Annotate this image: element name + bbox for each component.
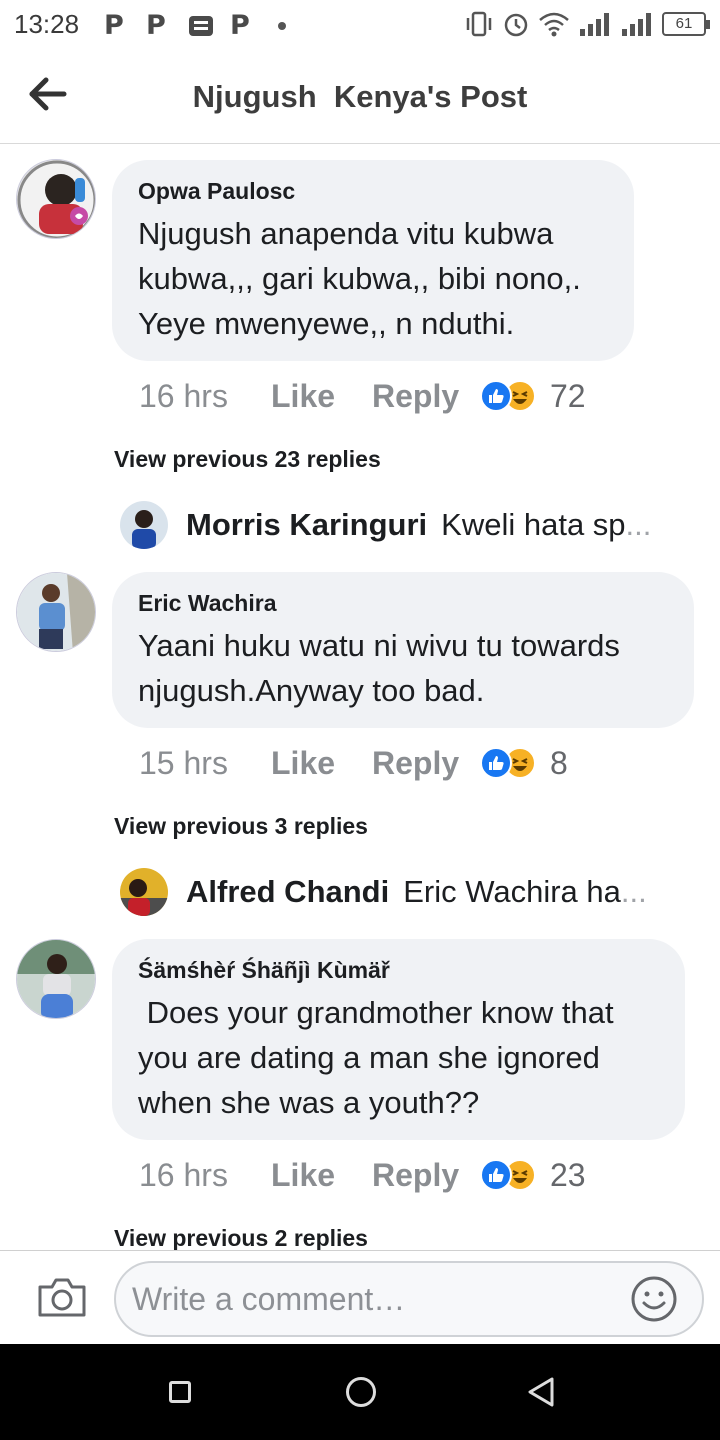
comment-actions: 15 hrs Like Reply 8 xyxy=(139,743,568,783)
avatar[interactable] xyxy=(16,159,96,239)
like-button[interactable]: Like xyxy=(271,378,372,415)
like-reaction-icon xyxy=(480,1159,512,1191)
reaction-count[interactable]: 23 xyxy=(550,1157,586,1194)
comment-bubble[interactable]: Eric Wachira Yaani huku watu ni wivu tu … xyxy=(112,572,694,728)
reply-avatar xyxy=(120,501,168,549)
battery-level: 61 xyxy=(675,15,693,32)
like-reaction-icon xyxy=(480,380,512,412)
notification-p-icon: P xyxy=(146,10,166,41)
reply-snippet: Eric Wachira ha xyxy=(403,874,621,909)
status-time: 13:28 xyxy=(14,9,80,39)
like-button[interactable]: Like xyxy=(271,1157,372,1194)
message-icon xyxy=(189,15,213,36)
page-title: Njugush Kenya's Post xyxy=(192,79,528,114)
vibrate-icon xyxy=(466,11,492,37)
comment-text: Does your grandmother know that you are … xyxy=(138,995,623,1120)
reply-button[interactable]: Reply xyxy=(372,1157,480,1194)
reply-author: Alfred Chandi xyxy=(186,874,390,909)
comment-author[interactable]: Opwa Paulosc xyxy=(138,178,610,205)
reply-avatar xyxy=(120,868,168,916)
comment-time: 16 hrs xyxy=(139,1156,228,1193)
reaction-count[interactable]: 72 xyxy=(550,378,586,415)
comment-author[interactable]: Eric Wachira xyxy=(138,590,670,617)
more-notifications-dot xyxy=(278,21,286,30)
alarm-icon xyxy=(504,13,528,37)
comment-bubble[interactable]: Śämśhèŕ Śhäñjì Kùmäř Does your grandmoth… xyxy=(112,939,685,1140)
status-bar: 13:28 P P P 61 xyxy=(0,0,720,52)
home-button[interactable] xyxy=(346,1377,376,1407)
view-previous-replies[interactable]: View previous 3 replies xyxy=(114,813,368,840)
signal-icon xyxy=(580,13,609,36)
comment-composer xyxy=(0,1250,720,1344)
wifi-icon xyxy=(539,12,569,37)
comment-actions: 16 hrs Like Reply 23 xyxy=(139,1155,586,1195)
system-nav-bar xyxy=(0,1344,720,1440)
like-reaction-icon xyxy=(480,747,512,779)
avatar-image xyxy=(17,940,95,1018)
comment-author[interactable]: Śämśhèŕ Śhäñjì Kùmäř xyxy=(138,957,661,984)
battery-icon: 61 xyxy=(662,12,710,36)
reaction-icons[interactable] xyxy=(480,1159,536,1191)
system-status-icons: 61 xyxy=(464,10,710,38)
like-button[interactable]: Like xyxy=(271,745,372,782)
camera-icon[interactable] xyxy=(36,1275,88,1319)
comment-time: 15 hrs xyxy=(139,744,228,781)
reply-snippet: Kweli hata sp xyxy=(441,507,626,542)
avatar[interactable] xyxy=(16,939,96,1019)
comment-text: Njugush anapenda vitu kubwa kubwa,,, gar… xyxy=(138,216,589,341)
back-triangle-icon[interactable] xyxy=(526,1376,556,1408)
comment-text: Yaani huku watu ni wivu tu towards njugu… xyxy=(138,628,629,708)
reaction-icons[interactable] xyxy=(480,380,536,412)
reply-button[interactable]: Reply xyxy=(372,378,480,415)
reply-preview[interactable]: Alfred Chandi Eric Wachira ha... xyxy=(120,867,690,917)
reply-ellipsis: ... xyxy=(620,874,647,909)
signal-icon xyxy=(622,13,651,36)
reply-author: Morris Karinguri xyxy=(186,507,428,542)
reply-preview[interactable]: Morris Karinguri Kweli hata sp... xyxy=(120,500,690,550)
reply-button[interactable]: Reply xyxy=(372,745,480,782)
notification-icons: P P P xyxy=(104,10,286,41)
avatar-image xyxy=(17,160,95,238)
view-previous-replies[interactable]: View previous 23 replies xyxy=(114,446,381,473)
comments-feed[interactable]: Opwa Paulosc Njugush anapenda vitu kubwa… xyxy=(0,144,720,1250)
notification-p-icon: P xyxy=(104,10,124,41)
avatar[interactable] xyxy=(16,572,96,652)
view-previous-replies[interactable]: View previous 2 replies xyxy=(114,1225,368,1250)
recents-button[interactable] xyxy=(169,1381,191,1403)
notification-p-icon: P xyxy=(230,10,250,41)
comment-actions: 16 hrs Like Reply 72 xyxy=(139,376,586,416)
emoji-icon[interactable] xyxy=(630,1275,678,1323)
reaction-count[interactable]: 8 xyxy=(550,745,568,782)
comment-bubble[interactable]: Opwa Paulosc Njugush anapenda vitu kubwa… xyxy=(112,160,634,361)
comment-time: 16 hrs xyxy=(139,377,228,414)
reaction-icons[interactable] xyxy=(480,747,536,779)
header: Njugush Kenya's Post xyxy=(0,52,720,144)
reply-ellipsis: ... xyxy=(625,507,652,542)
avatar-image xyxy=(17,573,95,651)
comment-input[interactable] xyxy=(114,1261,704,1337)
